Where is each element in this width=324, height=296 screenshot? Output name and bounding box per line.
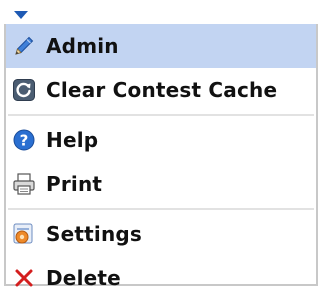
dropdown-arrow-icon[interactable] <box>12 8 30 22</box>
menu-item-admin[interactable]: Admin <box>6 24 316 68</box>
svg-text:?: ? <box>20 132 29 150</box>
menu-item-label: Delete <box>46 266 121 290</box>
pencil-icon <box>15 36 34 55</box>
menu-item-help[interactable]: ? Help <box>6 118 316 162</box>
menu-separator <box>8 208 314 210</box>
dropdown-menu: Admin Clear Contest Cache ? Help Print S… <box>4 24 318 290</box>
refresh-icon <box>13 79 35 101</box>
menu-item-clear-contest-cache[interactable]: Clear Contest Cache <box>6 68 316 112</box>
menu-item-settings[interactable]: Settings <box>6 212 316 256</box>
settings-icon <box>13 223 33 244</box>
menu-item-label: Help <box>46 128 99 152</box>
menu-separator <box>8 114 314 116</box>
help-icon: ? <box>13 129 35 151</box>
menu-item-label: Clear Contest Cache <box>46 78 278 102</box>
menu-item-delete[interactable]: Delete <box>6 256 316 296</box>
menu-item-label: Settings <box>46 222 143 246</box>
printer-icon <box>13 173 35 195</box>
delete-icon <box>15 269 33 287</box>
context-menu-container: Admin Clear Contest Cache ? Help Print S… <box>0 0 324 296</box>
menu-item-label: Print <box>46 172 103 196</box>
menu-item-label: Admin <box>46 34 119 58</box>
menu-item-print[interactable]: Print <box>6 162 316 206</box>
